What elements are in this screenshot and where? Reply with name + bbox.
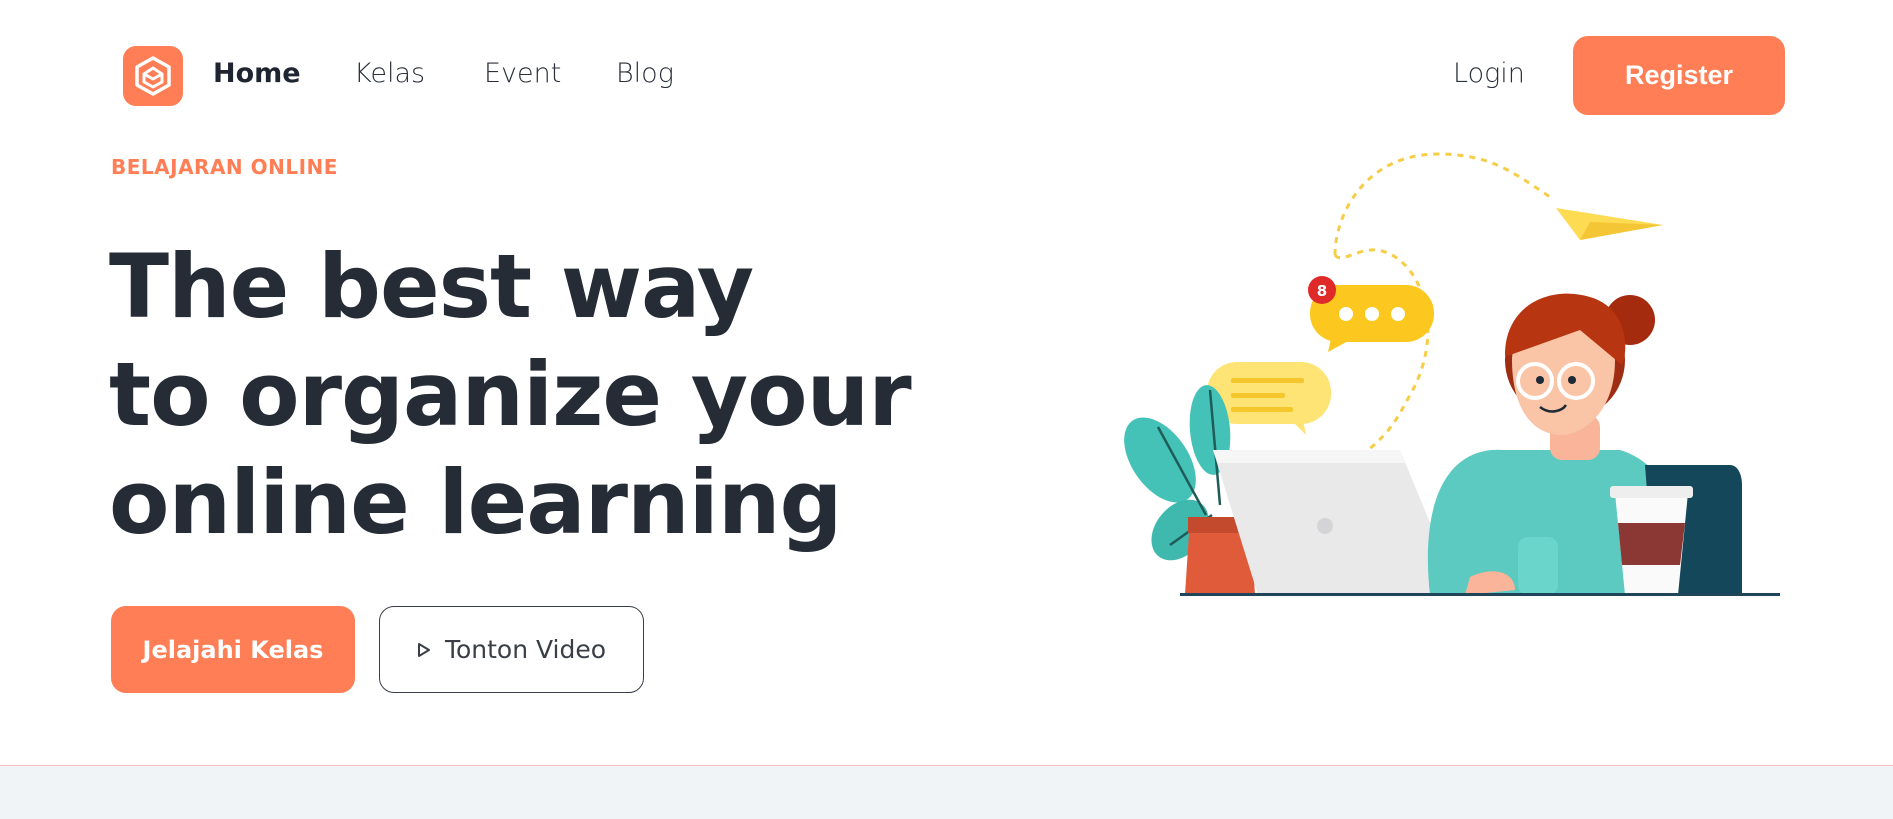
paper-plane-icon bbox=[1556, 208, 1663, 240]
hexagon-logo-icon[interactable] bbox=[123, 46, 183, 106]
desk-line bbox=[1180, 593, 1780, 596]
online-learning-illustration: 8 bbox=[1124, 152, 1780, 596]
nav-link-kelas[interactable]: Kelas bbox=[354, 56, 425, 92]
login-link[interactable]: Login bbox=[1453, 56, 1525, 92]
person-illustration bbox=[1427, 293, 1742, 595]
play-icon bbox=[417, 642, 430, 657]
hero-eyebrow: BELAJARAN ONLINE bbox=[111, 155, 338, 179]
headline-line: to organize your bbox=[109, 343, 912, 446]
notification-count: 8 bbox=[1317, 282, 1327, 300]
explore-classes-button[interactable]: Jelajahi Kelas bbox=[111, 606, 355, 693]
watch-video-button[interactable]: Tonton Video bbox=[379, 606, 644, 693]
nav-link-home[interactable]: Home bbox=[213, 56, 301, 92]
headline-line: online learning bbox=[109, 451, 842, 554]
hero-headline: The best way to organize your online lea… bbox=[109, 233, 912, 557]
nav-link-blog[interactable]: Blog bbox=[616, 56, 674, 92]
nav-link-event[interactable]: Event bbox=[484, 56, 561, 92]
watch-video-label: Tonton Video bbox=[444, 635, 607, 664]
notification-badge: 8 bbox=[1308, 276, 1336, 304]
register-button[interactable]: Register bbox=[1573, 36, 1785, 115]
headline-line: The best way bbox=[109, 235, 754, 338]
next-section-band bbox=[0, 765, 1893, 819]
navbar: Home Kelas Event Blog Login Register bbox=[0, 0, 1893, 150]
